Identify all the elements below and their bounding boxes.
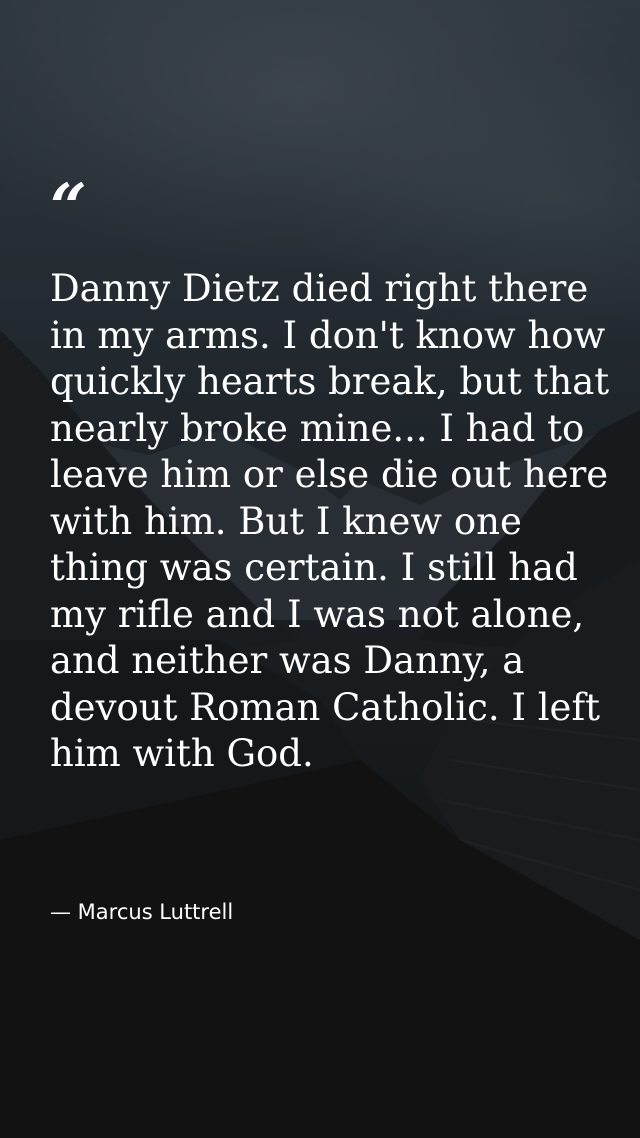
quote-author: — Marcus Luttrell	[50, 900, 234, 924]
quote-text: Danny Dietz died right there in my arms.…	[50, 267, 610, 775]
quote-mark-icon: “	[50, 170, 87, 245]
